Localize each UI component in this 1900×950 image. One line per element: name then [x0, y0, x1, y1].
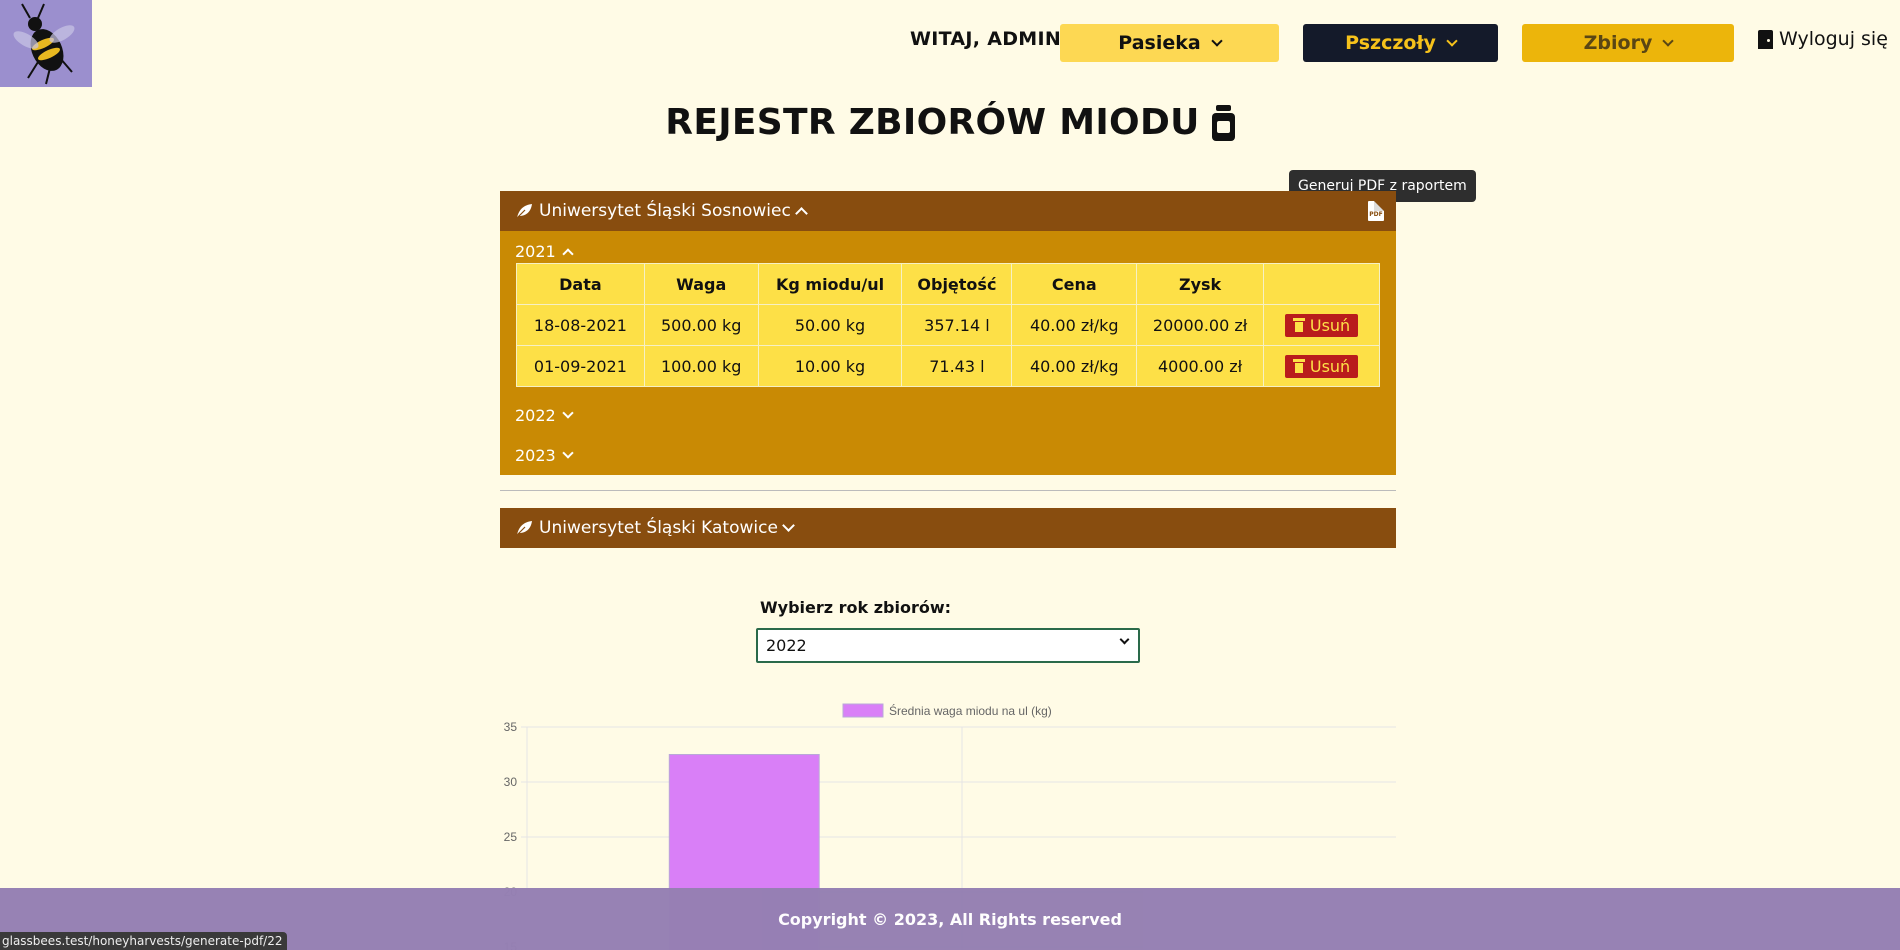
page-title-text: REJESTR ZBIORÓW MIODU — [665, 102, 1200, 143]
table-header-row: Data Waga Kg miodu/ul Objętość Cena Zysk — [516, 263, 1380, 305]
chevron-down-icon — [1446, 34, 1458, 47]
col-header: Objętość — [901, 263, 1013, 305]
delete-button[interactable]: Usuń — [1284, 354, 1359, 378]
cell-date: 01-09-2021 — [516, 345, 645, 387]
divider — [500, 490, 1396, 491]
nav-pasieka-label: Pasieka — [1118, 32, 1201, 54]
apiary-header-katowice[interactable]: Uniwersytet Śląski Katowice — [500, 508, 1396, 548]
year-label: 2021 — [515, 242, 556, 261]
nav-pszczoly-label: Pszczoły — [1345, 32, 1436, 54]
delete-button[interactable]: Usuń — [1284, 313, 1359, 337]
col-header: Data — [516, 263, 645, 305]
page-title: REJESTR ZBIORÓW MIODU — [0, 102, 1900, 143]
col-header: Zysk — [1136, 263, 1265, 305]
col-header: Kg miodu/ul — [757, 263, 903, 305]
cell-kg-per-hive: 50.00 kg — [757, 304, 903, 346]
year-label: 2022 — [515, 406, 556, 425]
status-url: glassbees.test/honeyharvests/generate-pd… — [0, 932, 288, 950]
chevron-down-icon — [562, 407, 574, 419]
chevron-down-icon — [1119, 634, 1130, 645]
cell-profit: 4000.00 zł — [1136, 345, 1265, 387]
logout-label: Wyloguj się — [1779, 28, 1888, 50]
nav-zbiory-dropdown[interactable]: Zbiory — [1522, 24, 1734, 62]
col-header: Waga — [643, 263, 759, 305]
legend-swatch — [842, 703, 884, 718]
y-tick-label: 35 — [504, 720, 518, 734]
cell-date: 18-08-2021 — [516, 304, 645, 346]
logout-link[interactable]: Wyloguj się — [1758, 28, 1888, 50]
chevron-down-icon — [1211, 34, 1223, 47]
year-toggle-2021[interactable]: 2021 — [515, 242, 574, 261]
leaf-icon — [516, 204, 532, 219]
leaf-icon — [516, 521, 532, 536]
delete-label: Usuń — [1309, 315, 1351, 335]
cell-weight: 100.00 kg — [643, 345, 759, 387]
table-row: 18-08-2021 500.00 kg 50.00 kg 357.14 l 4… — [516, 304, 1380, 346]
cell-actions: Usuń — [1263, 304, 1380, 346]
year-toggle-2022[interactable]: 2022 — [515, 406, 574, 425]
chevron-up-icon — [562, 247, 574, 260]
year-select[interactable]: 2022 — [756, 628, 1140, 663]
year-label: 2023 — [515, 446, 556, 465]
cell-actions: Usuń — [1263, 345, 1380, 387]
nav-pszczoly-dropdown[interactable]: Pszczoły — [1303, 24, 1498, 62]
footer-text: Copyright © 2023, All Rights reserved — [778, 909, 1122, 929]
chevron-up-icon — [794, 206, 808, 220]
year-toggle-2023[interactable]: 2023 — [515, 446, 574, 465]
legend-label: Średnia waga miodu na ul (kg) — [889, 703, 1052, 718]
trash-icon — [1292, 318, 1305, 332]
y-tick-label: 25 — [504, 830, 518, 844]
cell-weight: 500.00 kg — [643, 304, 759, 346]
chevron-down-icon — [1662, 34, 1675, 47]
cell-volume: 357.14 l — [901, 304, 1013, 346]
pdf-icon[interactable]: PDF — [1368, 201, 1384, 221]
cell-price: 40.00 zł/kg — [1011, 345, 1138, 387]
greeting-text: WITAJ, ADMIN — [910, 28, 1062, 50]
harvest-table: Data Waga Kg miodu/ul Objętość Cena Zysk… — [516, 263, 1380, 387]
nav-pasieka-dropdown[interactable]: Pasieka — [1060, 24, 1279, 62]
door-icon — [1758, 29, 1773, 49]
year-select-value: 2022 — [766, 636, 807, 655]
trash-icon — [1292, 359, 1305, 373]
honey-jar-icon — [1211, 104, 1235, 141]
chevron-down-icon — [562, 447, 574, 459]
col-header — [1263, 263, 1380, 305]
year-select-label: Wybierz rok zbiorów: — [760, 598, 952, 617]
apiary-name: Uniwersytet Śląski Sosnowiec — [539, 201, 791, 221]
apiary-name: Uniwersytet Śląski Katowice — [539, 518, 778, 538]
nav-zbiory-label: Zbiory — [1583, 32, 1653, 54]
cell-price: 40.00 zł/kg — [1011, 304, 1138, 346]
delete-label: Usuń — [1309, 356, 1351, 376]
chevron-down-icon — [782, 519, 795, 532]
bee-logo[interactable] — [0, 0, 92, 87]
y-tick-label: 30 — [504, 775, 518, 789]
cell-profit: 20000.00 zł — [1136, 304, 1265, 346]
table-row: 01-09-2021 100.00 kg 10.00 kg 71.43 l 40… — [516, 345, 1380, 387]
apiary-header-sosnowiec[interactable]: Uniwersytet Śląski Sosnowiec PDF — [500, 191, 1396, 231]
col-header: Cena — [1011, 263, 1138, 305]
cell-kg-per-hive: 10.00 kg — [757, 345, 903, 387]
cell-volume: 71.43 l — [901, 345, 1013, 387]
